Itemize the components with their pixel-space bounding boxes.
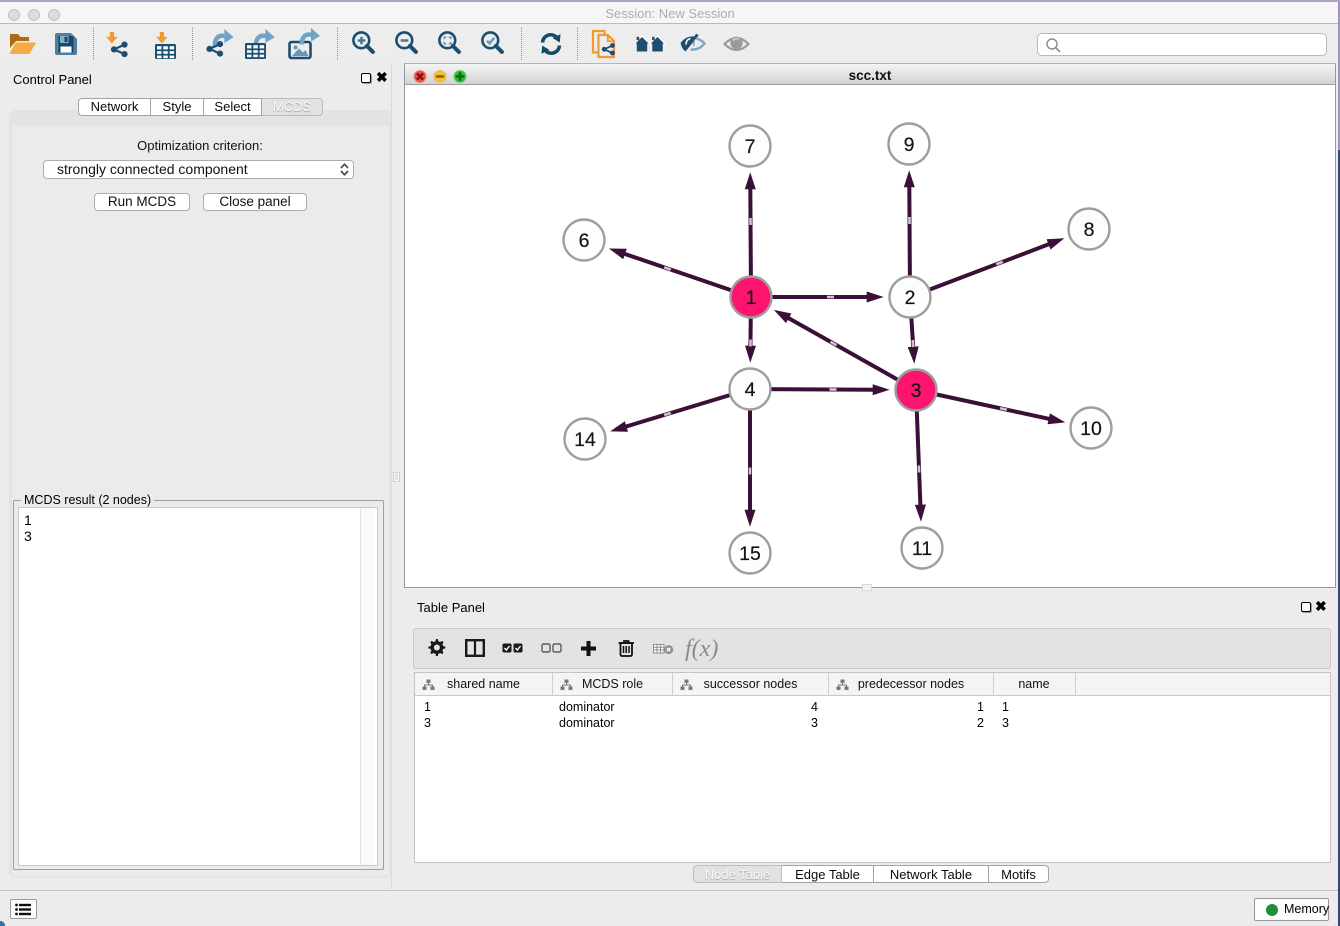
svg-text:6: 6 — [579, 230, 590, 252]
svg-text:11: 11 — [912, 538, 932, 560]
svg-text:7: 7 — [745, 136, 756, 158]
svg-text:9: 9 — [904, 134, 915, 156]
svg-text:14: 14 — [574, 429, 596, 451]
svg-text:f(x): f(x) — [685, 636, 718, 662]
svg-text:2: 2 — [905, 287, 916, 309]
svg-text:10: 10 — [1080, 418, 1102, 440]
svg-text:3: 3 — [911, 380, 922, 402]
svg-text:15: 15 — [739, 543, 761, 565]
svg-text:8: 8 — [1084, 219, 1095, 241]
svg-text:1: 1 — [746, 287, 757, 309]
svg-text:4: 4 — [745, 379, 756, 401]
